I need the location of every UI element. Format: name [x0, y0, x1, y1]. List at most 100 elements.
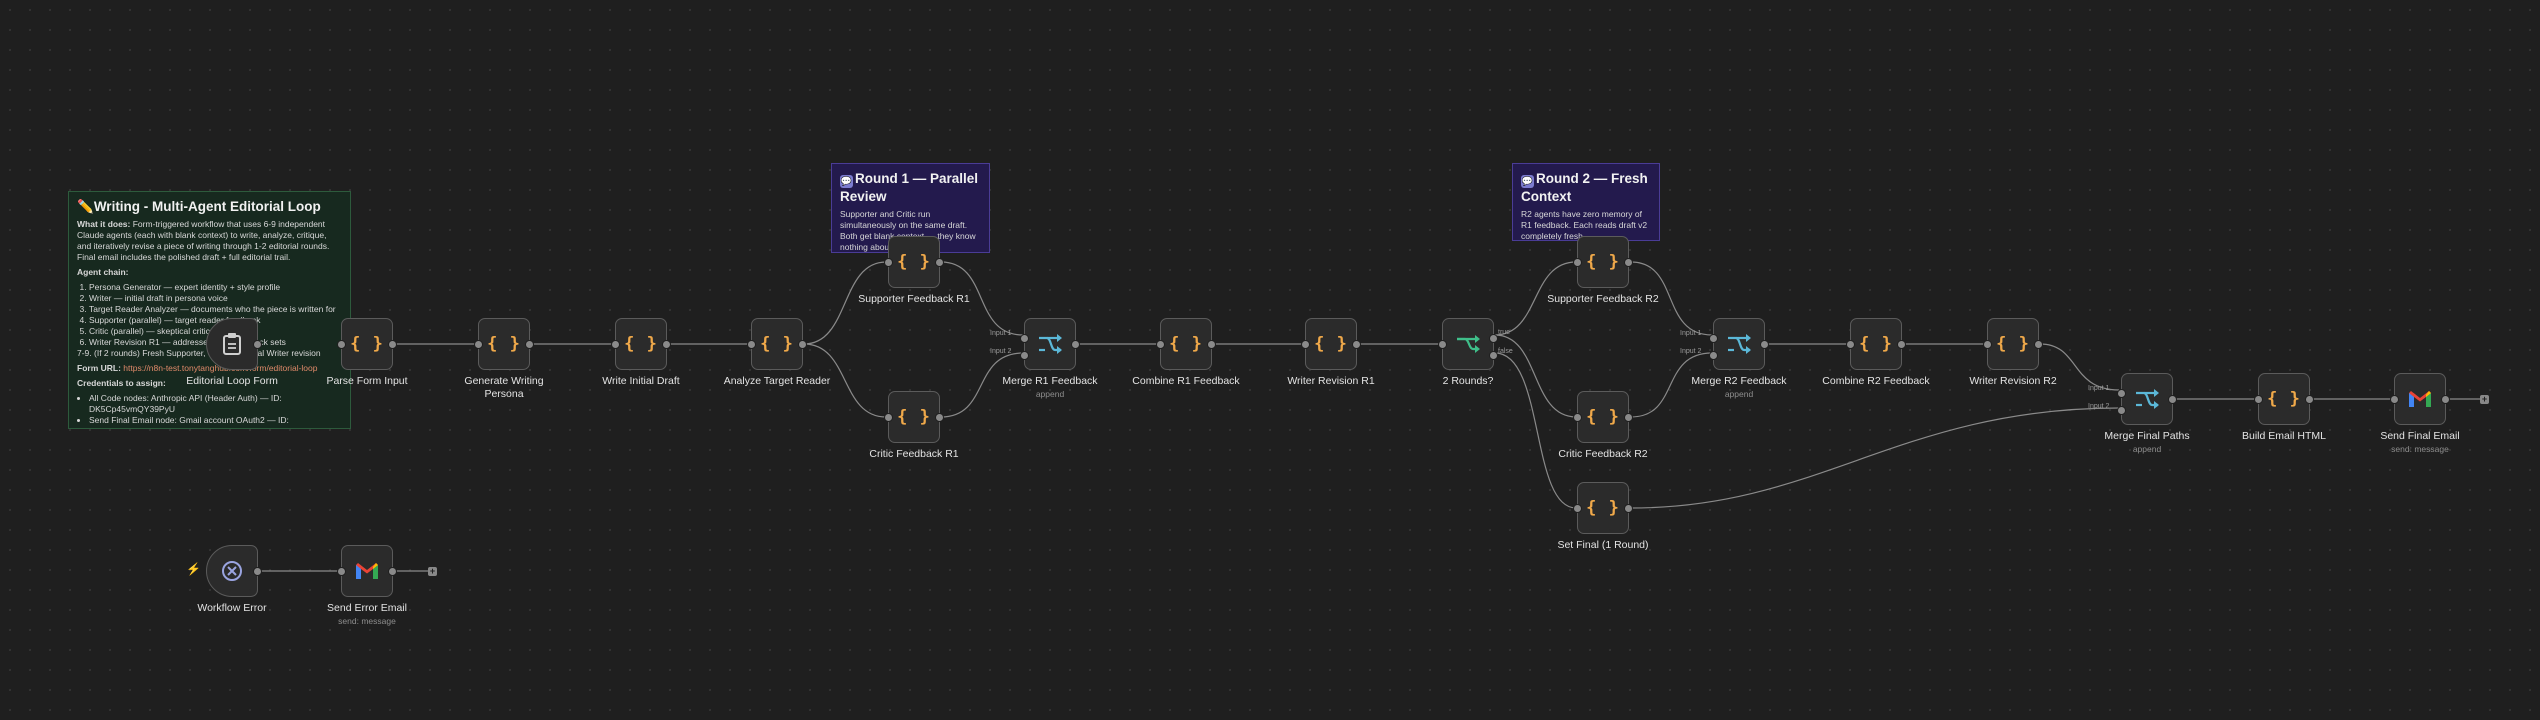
- input-2-label: Input 2: [1680, 348, 1702, 355]
- output-handle[interactable]: [2168, 394, 2177, 404]
- input-handle[interactable]: [1846, 339, 1855, 349]
- output-handle[interactable]: [1897, 339, 1906, 349]
- input-handle[interactable]: [337, 566, 346, 576]
- node-send-error-email[interactable]: [337, 545, 397, 597]
- input-1-handle[interactable]: [2117, 389, 2126, 398]
- node-label: Parse Form Input: [326, 375, 408, 387]
- node-build-email-html[interactable]: { }: [2254, 373, 2314, 425]
- output-handle[interactable]: [2305, 394, 2314, 404]
- merge-icon: [1039, 334, 1062, 354]
- node-critic-feedback-r1[interactable]: { }: [884, 391, 944, 443]
- input-handle[interactable]: [1573, 257, 1582, 267]
- output-handle[interactable]: [253, 566, 262, 576]
- clipboard-icon: [223, 333, 241, 355]
- node-supporter-feedback-r1[interactable]: { }: [884, 236, 944, 288]
- merge-icon: [2136, 389, 2159, 409]
- node-label: Generate Writing Persona: [464, 375, 544, 400]
- node-critic-feedback-r2[interactable]: { }: [1573, 391, 1633, 443]
- input-1-handle[interactable]: [1020, 334, 1029, 343]
- input-handle[interactable]: [1438, 339, 1447, 349]
- node-label: Critic Feedback R1: [869, 448, 959, 460]
- node-parse-form-input[interactable]: { }: [337, 318, 397, 370]
- round1-title: 💬 Round 1 — Parallel Review: [840, 171, 979, 204]
- output-handle[interactable]: [388, 339, 397, 349]
- output-handle[interactable]: [388, 566, 397, 576]
- sticky-note-overview[interactable]: ✏️Writing - Multi-Agent Editorial Loop W…: [68, 191, 351, 429]
- code-icon: { }: [624, 334, 658, 354]
- node-label: Analyze Target Reader: [723, 375, 831, 387]
- input-2-label: Input 2: [2088, 403, 2110, 410]
- node-label: Critic Feedback R2: [1558, 448, 1648, 460]
- node-writer-revision-r1[interactable]: { }: [1301, 318, 1361, 370]
- node-set-final-1-round[interactable]: { }: [1573, 482, 1633, 534]
- node-write-initial-draft[interactable]: { }: [611, 318, 671, 370]
- output-handle[interactable]: [1352, 339, 1361, 349]
- node-merge-r1-feedback[interactable]: [1020, 318, 1080, 370]
- code-icon: { }: [350, 334, 384, 354]
- output-handle[interactable]: [935, 412, 944, 422]
- trigger-bolt-icon: ⚡: [186, 562, 201, 576]
- node-2-rounds-if[interactable]: [1438, 318, 1498, 370]
- add-node-button[interactable]: +: [2480, 395, 2489, 404]
- input-handle[interactable]: [884, 257, 893, 267]
- input-handle[interactable]: [884, 412, 893, 422]
- output-handle[interactable]: [1760, 339, 1769, 349]
- node-merge-r2-feedback[interactable]: [1709, 318, 1769, 370]
- list-item: Persona Generator — expert identity + st…: [89, 282, 342, 293]
- code-icon: { }: [1586, 498, 1620, 518]
- node-merge-final-paths[interactable]: [2117, 373, 2177, 425]
- node-label: Supporter Feedback R2: [1547, 293, 1659, 305]
- code-icon: { }: [1586, 407, 1620, 427]
- error-trigger-icon: [222, 561, 242, 581]
- node-writer-revision-r2[interactable]: { }: [1983, 318, 2043, 370]
- node-combine-r1-feedback[interactable]: { }: [1156, 318, 1216, 370]
- output-handle[interactable]: [935, 257, 944, 267]
- node-label: Writer Revision R1: [1287, 375, 1375, 387]
- output-handle[interactable]: [662, 339, 671, 349]
- output-handle[interactable]: [1624, 503, 1633, 513]
- output-handle[interactable]: [1071, 339, 1080, 349]
- node-workflow-error[interactable]: [206, 545, 262, 597]
- node-label: Writer Revision R2: [1969, 375, 2057, 387]
- node-generate-writing-persona[interactable]: { }: [474, 318, 534, 370]
- input-handle[interactable]: [747, 339, 756, 349]
- list-item: All Code nodes: Anthropic API (Header Au…: [89, 393, 342, 415]
- input-handle[interactable]: [2254, 394, 2263, 404]
- sticky-note-round2[interactable]: 💬 Round 2 — Fresh Context R2 agents have …: [1512, 163, 1660, 241]
- node-supporter-feedback-r2[interactable]: { }: [1573, 236, 1633, 288]
- input-2-handle[interactable]: [1020, 351, 1029, 360]
- node-send-final-email[interactable]: [2390, 373, 2450, 425]
- node-combine-r2-feedback[interactable]: { }: [1846, 318, 1906, 370]
- input-handle[interactable]: [1301, 339, 1310, 349]
- speech-bubble-icon: 💬: [1521, 175, 1534, 188]
- merge-icon: [1728, 334, 1751, 354]
- output-handle[interactable]: [525, 339, 534, 349]
- output-handle[interactable]: [1207, 339, 1216, 349]
- input-1-handle[interactable]: [1709, 334, 1718, 343]
- round2-title: 💬 Round 2 — Fresh Context: [1521, 171, 1648, 204]
- input-handle[interactable]: [1573, 412, 1582, 422]
- input-2-handle[interactable]: [1709, 351, 1718, 360]
- input-handle[interactable]: [1573, 503, 1582, 513]
- output-handle[interactable]: [798, 339, 807, 349]
- input-handle[interactable]: [1983, 339, 1992, 349]
- output-handle[interactable]: [253, 339, 262, 349]
- input-1-label: Input 1: [2088, 385, 2110, 392]
- output-handle[interactable]: [1624, 412, 1633, 422]
- input-handle[interactable]: [611, 339, 620, 349]
- output-handle[interactable]: [1624, 257, 1633, 267]
- input-2-label: Input 2: [990, 348, 1012, 355]
- input-handle[interactable]: [1156, 339, 1165, 349]
- input-handle[interactable]: [2390, 394, 2399, 404]
- node-label: Send Final Email send: message: [2380, 430, 2460, 454]
- input-2-handle[interactable]: [2117, 406, 2126, 415]
- output-handle[interactable]: [2441, 394, 2450, 404]
- false-output-handle[interactable]: [1489, 351, 1498, 360]
- true-output-handle[interactable]: [1489, 334, 1498, 343]
- node-editorial-loop-form[interactable]: [206, 318, 262, 370]
- add-node-button[interactable]: +: [428, 567, 437, 576]
- output-handle[interactable]: [2034, 339, 2043, 349]
- input-handle[interactable]: [474, 339, 483, 349]
- node-analyze-target-reader[interactable]: { }: [747, 318, 807, 370]
- input-handle[interactable]: [337, 339, 346, 349]
